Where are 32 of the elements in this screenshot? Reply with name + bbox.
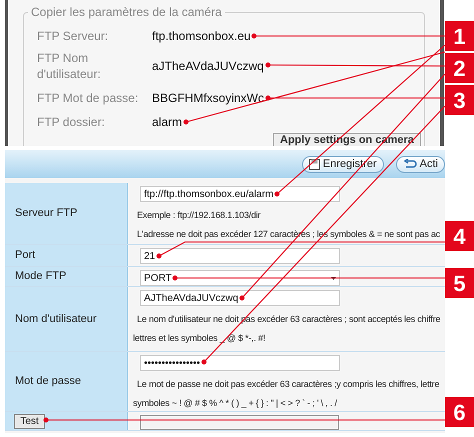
field-value: alarm — [152, 114, 182, 131]
callout-badge: 3 — [445, 85, 474, 115]
callout-badge: 5 — [445, 268, 474, 298]
callout-badge: 6 — [445, 397, 474, 427]
caret-icon — [331, 276, 336, 280]
test-button[interactable]: Test — [14, 414, 45, 428]
input-field[interactable]: 21 — [140, 248, 340, 264]
field-label: FTP dossier: — [37, 114, 106, 130]
field-label: Mot de passe — [15, 374, 82, 390]
field-value: aJTheAVdaJUVczwq — [152, 58, 264, 75]
hint-text: symboles ~ ! @ # $ % ^ * ( ) _ + { } : " | < > ? ` - ; ' \ , . / — [133, 398, 338, 409]
callout-badge: 2 — [445, 53, 474, 83]
field-label: Nom d'utilisateur — [15, 312, 97, 327]
dropdown-field[interactable]: PORT — [140, 270, 340, 286]
fieldset-legend: Copier les paramètres de la caméra — [28, 5, 225, 20]
callout-badge: 1 — [445, 21, 474, 51]
input-field[interactable]: •••••••••••••••• — [140, 355, 340, 371]
input-field[interactable]: ftp://ftp.thomsonbox.eu/alarm — [140, 186, 340, 202]
field-label: Mode FTP — [15, 269, 66, 284]
field-value: ftp.thomsonbox.eu — [152, 28, 251, 45]
callout-badge: 4 — [445, 221, 474, 251]
field-label: Serveur FTP — [15, 206, 78, 222]
field-label: Port — [15, 248, 36, 264]
hint-text: Exemple : ftp://192.168.1.103/dir — [137, 210, 262, 221]
input-field[interactable]: AJTheAVdaJUVczwq — [140, 290, 340, 306]
hint-text: Le mot de passe ne doit pas excéder 63 caractères ;y compris les chiffres, lettre — [137, 379, 440, 390]
field-label: FTP Nom d'utilisateur: — [37, 50, 102, 82]
back-button[interactable]: Acti — [396, 156, 445, 172]
field-label: FTP Mot de passe: — [37, 90, 140, 106]
field-value: BBGFHMfxsoyinxWc — [152, 90, 264, 107]
return-arrow-icon — [402, 158, 417, 170]
field-label: FTP Serveur: — [37, 28, 110, 44]
